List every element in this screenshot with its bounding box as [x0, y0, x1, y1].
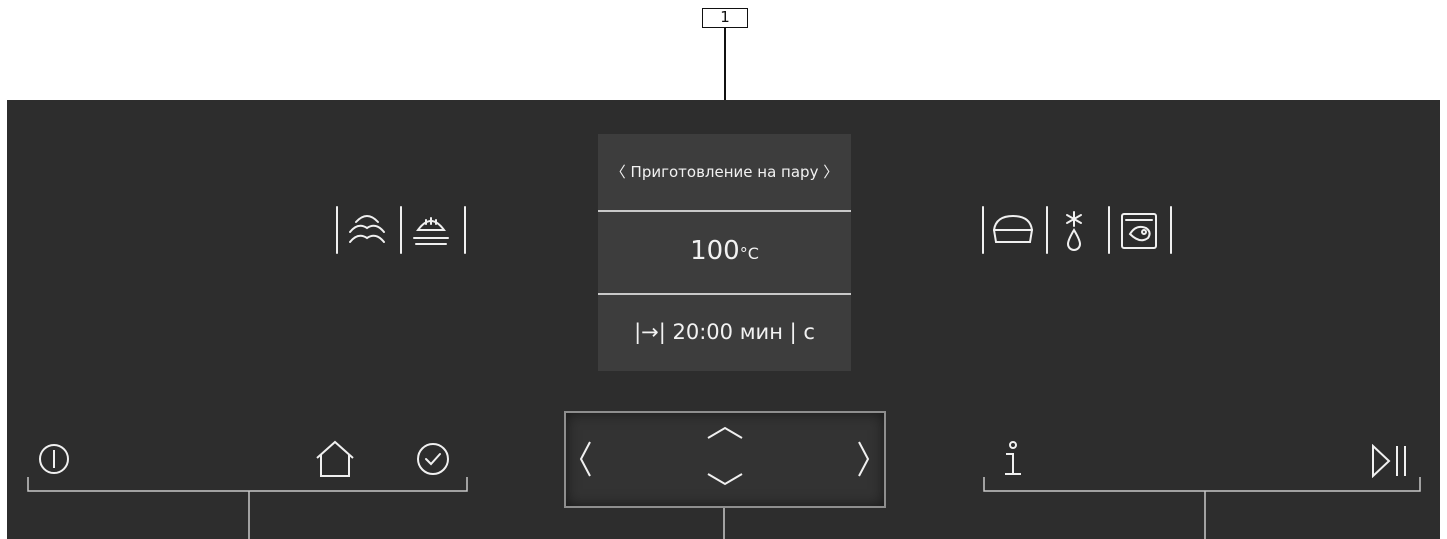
- clock-icon[interactable]: [416, 442, 450, 476]
- play-pause-icon[interactable]: [1371, 444, 1409, 478]
- home-icon[interactable]: [315, 440, 355, 478]
- power-icon[interactable]: [38, 443, 70, 475]
- info-icon[interactable]: [1001, 440, 1025, 480]
- chevron-up-icon[interactable]: [706, 426, 744, 440]
- chevron-left-icon[interactable]: [578, 440, 592, 478]
- chevron-right-icon[interactable]: [857, 440, 871, 478]
- chevron-down-icon[interactable]: [706, 472, 744, 486]
